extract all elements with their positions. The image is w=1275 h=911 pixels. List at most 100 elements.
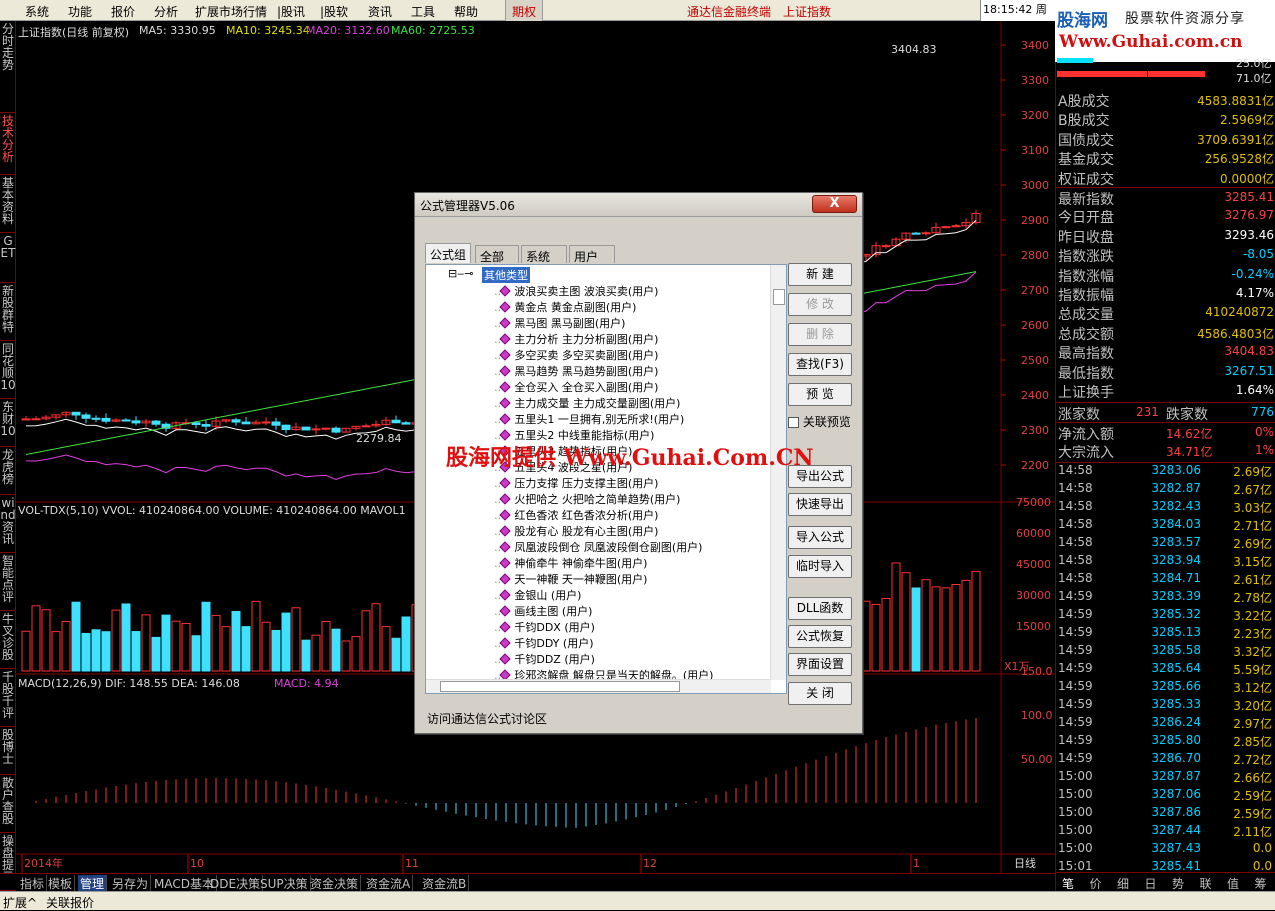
- tree-root-node[interactable]: 其他类型: [482, 267, 530, 283]
- menu-options[interactable]: 期权: [505, 0, 544, 21]
- dialog-titlebar[interactable]: 公式管理器V5.06 X: [415, 193, 862, 217]
- tree-node[interactable]: ‥ 主力成交量 主力成交量副图(用户): [494, 395, 680, 411]
- tree-node[interactable]: ‥ 金银山 (用户): [494, 587, 581, 603]
- macd-tick-label: 100.0: [1021, 709, 1053, 722]
- sidebar-tab-newstocks[interactable]: 新股群特: [0, 283, 16, 341]
- tree-node[interactable]: ‥ 多空买卖 多空买卖副图(用户): [494, 347, 658, 363]
- sidebar-tab-smart-review[interactable]: 智能点评: [0, 553, 16, 611]
- right-tab[interactable]: 笔: [1062, 875, 1074, 892]
- sidebar-tab-get[interactable]: GET: [0, 233, 16, 283]
- dialog-button[interactable]: 新 建: [788, 263, 852, 286]
- tab-fund-decision[interactable]: 资金决策: [308, 875, 362, 892]
- hscrollbar-thumb[interactable]: [440, 681, 680, 692]
- tab-save-as[interactable]: 另存为: [110, 875, 152, 892]
- sidebar-tab-dragon-tiger[interactable]: 龙虎榜: [0, 447, 16, 495]
- dialog-button[interactable]: 查找(F3): [788, 353, 852, 376]
- sidebar-tab-technical[interactable]: 技术分析: [0, 113, 16, 175]
- tab-formula-group[interactable]: 公式组: [425, 243, 472, 263]
- right-tab[interactable]: 日: [1145, 875, 1157, 892]
- tree-node[interactable]: ‥ 火把哈之 火把哈之简单趋势(用户): [494, 491, 680, 507]
- dialog-button[interactable]: 快速导出: [788, 493, 852, 516]
- tab-user[interactable]: 用户: [569, 245, 615, 264]
- sidebar-tab-wind[interactable]: wind资讯: [0, 495, 16, 553]
- tree-hscrollbar[interactable]: [426, 679, 771, 693]
- tree-collapse-icon[interactable]: ⊟‒⊸: [448, 267, 473, 280]
- tab-manage[interactable]: 管理: [78, 875, 108, 892]
- menu-function[interactable]: 功能: [68, 3, 92, 20]
- tree-node[interactable]: ‥ 千钧DDZ (用户): [494, 651, 595, 667]
- tab-fund-flow-a[interactable]: 资金流A: [364, 875, 414, 892]
- tree-node[interactable]: ‥ 凤凰波段倒仓 凤凰波段倒仓副图(用户): [494, 539, 702, 555]
- tab-system[interactable]: 系统: [521, 245, 567, 264]
- tree-node[interactable]: ‥ 千钧DDX (用户): [494, 619, 595, 635]
- tab-sup[interactable]: SUP决策: [258, 875, 311, 892]
- dialog-button[interactable]: 修 改: [788, 293, 852, 316]
- dialog-button[interactable]: 删 除: [788, 323, 852, 346]
- menu-stock-software[interactable]: |股软: [320, 3, 348, 20]
- tick-list[interactable]: 14:58 3283.06 2.69亿 14:58 3282.87 2.67亿 14:58 3…: [1056, 462, 1275, 873]
- sidebar-tab-ths[interactable]: 同花顺10: [0, 341, 16, 399]
- dialog-button[interactable]: 导入公式: [788, 526, 852, 549]
- formula-tree[interactable]: ⊟‒⊸ 其他类型 ‥ 波浪买卖主图 波浪买卖(用户) ‥ 黄金点 黄金点副图(用户) ‥…: [425, 264, 787, 694]
- sidebar-tab-diagnosis[interactable]: 牛叉诊股: [0, 611, 16, 669]
- dialog-button[interactable]: 临时导入: [788, 555, 852, 578]
- tab-fund-flow-b[interactable]: 资金流B: [420, 875, 470, 892]
- tree-node[interactable]: ‥ 波浪买卖主图 波浪买卖(用户): [494, 283, 658, 299]
- volume-bar: [901, 572, 911, 672]
- linked-quote-button[interactable]: 关联报价: [46, 894, 94, 911]
- right-tab[interactable]: 筹: [1255, 875, 1267, 892]
- dialog-button[interactable]: DLL函数: [788, 597, 852, 620]
- tree-node[interactable]: ‥ 天一神鞭 天一神鞭图(用户): [494, 571, 647, 587]
- tree-node[interactable]: ‥ 千钧DDY (用户): [494, 635, 593, 651]
- tree-node[interactable]: ‥ 压力支撑 压力支撑主图(用户): [494, 475, 658, 491]
- menu-extended-market[interactable]: 扩展市场行情: [195, 3, 267, 20]
- tree-node[interactable]: ‥ 股龙有心 股龙有心主图(用户): [494, 523, 658, 539]
- dialog-button[interactable]: 公式恢复: [788, 625, 852, 648]
- menu-quote[interactable]: 报价: [111, 3, 135, 20]
- tree-node[interactable]: ‥ 黄金点 黄金点副图(用户): [494, 299, 636, 315]
- tree-node[interactable]: ‥ 黑马图 黑马副图(用户): [494, 315, 625, 331]
- right-tab[interactable]: 势: [1172, 875, 1184, 892]
- menu-tools[interactable]: 工具: [411, 3, 435, 20]
- right-tab[interactable]: 细: [1117, 875, 1129, 892]
- expand-button[interactable]: 扩展^: [3, 894, 37, 911]
- right-tab[interactable]: 联: [1200, 875, 1212, 892]
- link-preview-row[interactable]: 关联预览: [788, 413, 851, 430]
- tab-dde[interactable]: DDE决策: [208, 875, 264, 892]
- scrollbar-thumb[interactable]: [773, 289, 785, 305]
- volume-bar: [111, 609, 121, 672]
- tab-template[interactable]: 模板: [46, 875, 76, 892]
- menu-stock-news[interactable]: |股讯: [277, 3, 305, 20]
- right-tab[interactable]: 值: [1227, 875, 1239, 892]
- link-preview-checkbox[interactable]: [788, 417, 799, 428]
- close-icon[interactable]: X: [812, 195, 857, 213]
- tree-node[interactable]: ‥ 五里头1 一旦拥有,别无所求!(用户): [494, 411, 684, 427]
- forum-link[interactable]: 访问通达信公式讨论区: [427, 710, 547, 727]
- dialog-button[interactable]: 预 览: [788, 383, 852, 406]
- sidebar-tab-doctor[interactable]: 股博士: [0, 727, 16, 775]
- tree-node[interactable]: ‥ 画线主图 (用户): [494, 603, 592, 619]
- tree-node[interactable]: ‥ 主力分析 主力分析副图(用户): [494, 331, 658, 347]
- tree-node[interactable]: ‥ 黑马趋势 黑马趋势副图(用户): [494, 363, 658, 379]
- tab-all[interactable]: 全部: [475, 245, 519, 264]
- sidebar-tab-retail-check[interactable]: 散户查股: [0, 775, 16, 833]
- tree-node[interactable]: ‥ 红色香浓 红色香浓分析(用户): [494, 507, 658, 523]
- right-tab[interactable]: 价: [1090, 875, 1102, 892]
- tick-volume: 2.72亿: [1233, 753, 1272, 767]
- menu-system[interactable]: 系统: [25, 3, 49, 20]
- tick-price: 3285.32: [1151, 607, 1201, 621]
- tree-node[interactable]: ‥ 神偷牵牛 神偷牵牛图(用户): [494, 555, 647, 571]
- sidebar-tab-intraday[interactable]: 分时走势: [0, 21, 16, 113]
- dialog-button[interactable]: 关 闭: [788, 682, 852, 705]
- dialog-button[interactable]: 界面设置: [788, 653, 852, 676]
- period-label[interactable]: 日线: [1014, 855, 1036, 871]
- menu-info[interactable]: 资讯: [368, 3, 392, 20]
- sidebar-tab-eastmoney[interactable]: 东财10: [0, 399, 16, 447]
- sidebar-tab-fundamentals[interactable]: 基本资料: [0, 175, 16, 233]
- menu-analysis[interactable]: 分析: [154, 3, 178, 20]
- sidebar-tab-reviews[interactable]: 千股千评: [0, 669, 16, 727]
- tab-indicator[interactable]: 指标: [18, 875, 48, 892]
- menu-help[interactable]: 帮助: [454, 3, 478, 20]
- tree-scrollbar[interactable]: [770, 265, 786, 680]
- tree-node[interactable]: ‥ 全仓买入 全仓买入副图(用户): [494, 379, 658, 395]
